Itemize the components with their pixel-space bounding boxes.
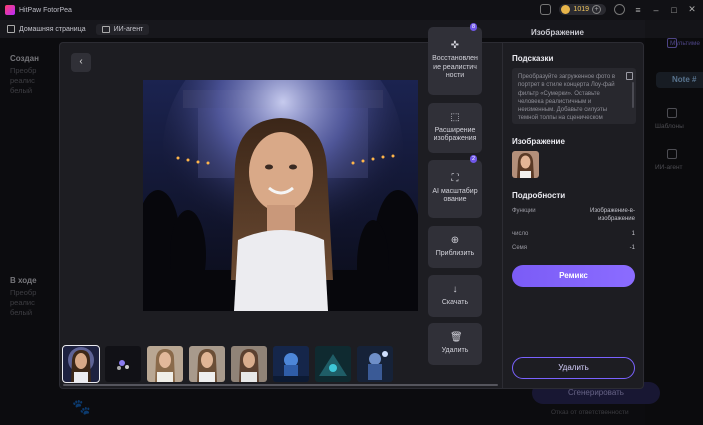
thumbnail-item[interactable] (315, 346, 351, 382)
app-window: HitPaw FotorPea 1019 + ≡ – □ ✕ Домашняя … (0, 0, 703, 425)
minimize-icon[interactable]: – (651, 5, 661, 15)
tab-ai-agent[interactable]: ИИ-агент (95, 23, 150, 35)
coin-icon (561, 5, 571, 14)
bg-right-title: Изображение (531, 28, 584, 37)
expand-image-button[interactable]: ⬚ Расширение изображения (428, 103, 482, 153)
zoom-in-icon: ⊕ (450, 234, 460, 246)
delete-button[interactable]: Удалить (512, 357, 635, 379)
thumbnail-item[interactable] (273, 346, 309, 382)
concert-portrait-image (143, 80, 418, 311)
tool-label: Удалить (441, 346, 469, 354)
upscale-icon: ⛶ (451, 172, 459, 184)
download-button[interactable]: ↓ Скачать (428, 275, 482, 317)
thumbnail-image (315, 346, 351, 382)
thumbnail-item[interactable] (231, 346, 267, 382)
thumbnail-image (357, 346, 393, 382)
thumbnail-image (273, 346, 309, 382)
ai-upscale-button[interactable]: ⛶ AI масштабирование (428, 160, 482, 218)
thumbnail-image (63, 346, 99, 382)
badge-count: 2 (472, 156, 476, 162)
download-icon: ↓ (452, 283, 458, 295)
menu-icon[interactable]: ≡ (633, 5, 643, 15)
thumbnail-image (189, 346, 225, 382)
detail-label-count: число (512, 231, 529, 237)
maximize-icon[interactable]: □ (669, 5, 679, 15)
thumbnail-item[interactable] (62, 345, 100, 383)
expand-icon: ⬚ (450, 111, 460, 123)
image-heading: Изображение (512, 137, 565, 146)
tool-label: Восстановление реалистичности (432, 55, 478, 80)
back-button[interactable]: ‹ (71, 53, 91, 72)
chevron-left-icon: ‹ (79, 56, 83, 67)
thumbnail-strip (62, 345, 393, 383)
chat-icon (101, 25, 110, 33)
detail-label-functions: Функции (512, 208, 536, 214)
tab-ai-agent-label: ИИ-агент (113, 25, 144, 33)
title-bar: HitPaw FotorPea 1019 + ≡ – □ ✕ (0, 0, 703, 20)
titlebar-controls: 1019 + ≡ – □ ✕ (540, 4, 697, 15)
reference-thumbnail (512, 151, 539, 178)
preview-image (143, 80, 418, 311)
remix-button[interactable]: Ремикс (512, 265, 635, 287)
close-icon[interactable]: ✕ (687, 4, 697, 15)
delete-label: Удалить (558, 363, 589, 372)
thumbnail-item[interactable] (147, 346, 183, 382)
tool-label: Приблизить (435, 249, 475, 257)
zoom-in-button[interactable]: ⊕ Приблизить (428, 226, 482, 268)
home-link[interactable]: Домашняя страница (7, 25, 86, 33)
tool-label: AI масштабирование (432, 187, 478, 204)
delete-tool-button[interactable]: 🗑 Удалить (428, 323, 482, 365)
thumbnail-item[interactable] (357, 346, 393, 382)
trash-icon: 🗑 (450, 331, 463, 343)
app-logo-icon (5, 5, 15, 15)
detail-value-count: 1 (631, 231, 635, 237)
detail-value-functions: Изображение-в-изображение (590, 208, 635, 222)
history-icon[interactable] (540, 4, 552, 15)
prompt-text-box[interactable]: Преобразуйте загруженное фото в портрет … (512, 68, 636, 124)
user-icon[interactable] (614, 4, 625, 15)
upscale-credits-badge: 2 (470, 155, 478, 163)
prompts-heading: Подсказки (512, 54, 554, 63)
restore-realism-button[interactable]: ✜ Восстановление реалистичности (428, 27, 482, 95)
restore-credits-badge: 8 (470, 23, 478, 31)
credits-badge[interactable]: 1019 + (559, 4, 606, 15)
thumbnail-scrollbar[interactable] (63, 384, 498, 386)
badge-count: 8 (472, 24, 476, 30)
add-credits-icon[interactable]: + (592, 5, 601, 14)
thumbnail-image (147, 346, 183, 382)
credits-count: 1019 (573, 6, 589, 13)
thumbnail-image (105, 346, 141, 382)
detail-value-seed: -1 (629, 245, 635, 251)
copy-icon[interactable] (626, 72, 633, 80)
tool-label: Расширение изображения (433, 126, 477, 143)
remix-label: Ремикс (559, 271, 588, 280)
restore-icon: ✜ (450, 40, 460, 52)
details-heading: Подробности (512, 191, 566, 200)
prompt-text: Преобразуйте загруженное фото в портрет … (518, 74, 616, 122)
prompt-scrollbar[interactable] (632, 82, 634, 108)
tool-label: Скачать (441, 298, 469, 306)
info-panel: Подсказки Преобразуйте загруженное фото … (503, 43, 643, 388)
home-icon (7, 25, 15, 33)
home-label: Домашняя страница (19, 25, 86, 33)
app-title: HitPaw FotorPea (19, 6, 72, 14)
thumbnail-item[interactable] (105, 346, 141, 382)
detail-label-seed: Семя (512, 245, 528, 251)
thumbnail-item[interactable] (189, 346, 225, 382)
thumbnail-image (231, 346, 267, 382)
reference-image[interactable] (512, 151, 539, 178)
